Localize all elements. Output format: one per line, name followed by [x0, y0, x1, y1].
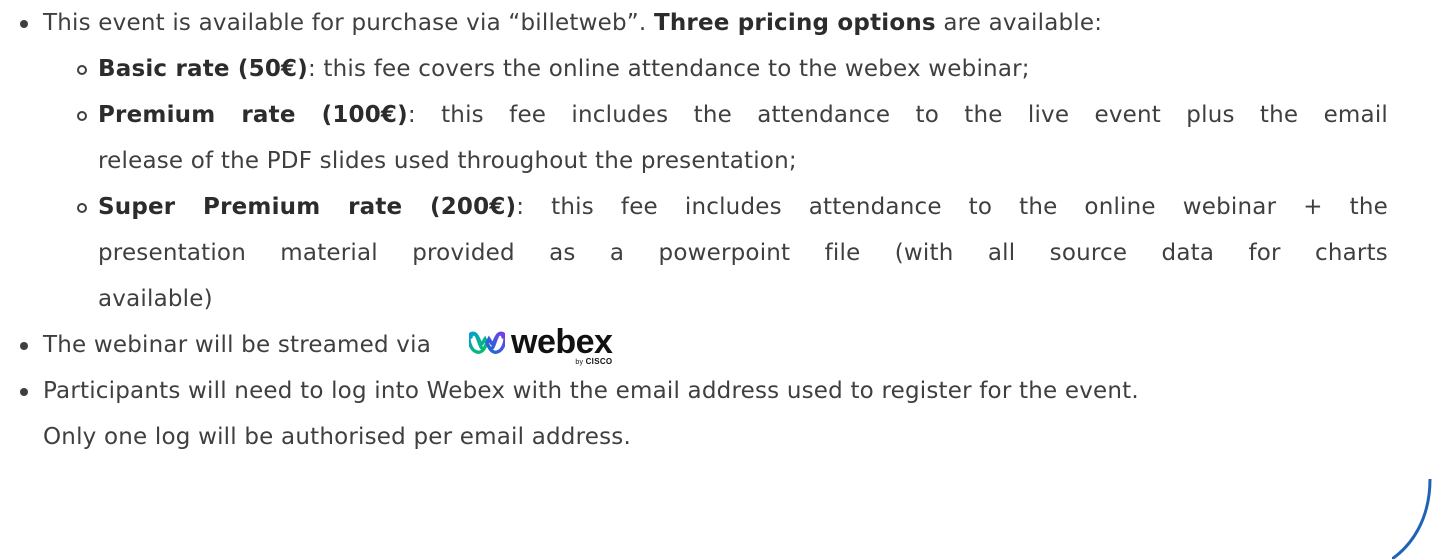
webex-logo-icon — [469, 331, 505, 354]
streamed-text: The webinar will be streamed via — [43, 332, 431, 358]
webex-word: webex — [511, 323, 613, 361]
webex-logo: webex by CISCO — [469, 323, 613, 368]
option-description-cont: release of the PDF slides used throughou… — [98, 148, 797, 174]
bullet-circle-icon — [77, 203, 87, 213]
option-name: Basic rate (50€) — [98, 56, 308, 82]
pricing-option-basic: Basic rate (50€): this fee covers the on… — [0, 46, 1408, 92]
purchase-text-before: This event is available for purchase via… — [43, 10, 654, 36]
bullet-dot-icon — [20, 388, 28, 396]
list-item-streamed: The webinar will be streamed via webex b… — [0, 322, 1432, 368]
login-line-1: Participants will need to log into Webex… — [43, 378, 1139, 404]
by-label: by — [575, 359, 584, 366]
bullet-circle-icon — [77, 65, 87, 75]
option-name: Premium rate (100€) — [98, 102, 408, 128]
pricing-option-super-premium: Super Premium rate (200€): this fee incl… — [0, 184, 1408, 322]
bullet-dot-icon — [20, 20, 28, 28]
cisco-label: CISCO — [585, 357, 613, 366]
webex-wordmark: webex by CISCO — [511, 323, 613, 367]
purchase-bold: Three pricing options — [653, 10, 936, 36]
pricing-option-premium: Premium rate (100€): this fee includes t… — [0, 92, 1408, 184]
option-description-cont: available) — [98, 286, 213, 312]
option-name: Super Premium rate (200€) — [98, 194, 517, 220]
option-description: : this fee covers the online attendance … — [307, 56, 1030, 82]
option-description: : this fee includes the attendance to th… — [407, 102, 1388, 128]
webex-by-cisco: by CISCO — [575, 357, 613, 367]
bullet-circle-icon — [77, 111, 87, 121]
list-item-purchase: This event is available for purchase via… — [0, 0, 1432, 322]
login-line-2: Only one log will be authorised per emai… — [43, 424, 631, 450]
list-item-login: Participants will need to log into Webex… — [0, 368, 1432, 460]
decorative-corner-arc — [1392, 479, 1432, 559]
purchase-text-after: are available: — [935, 10, 1103, 36]
bullet-list: This event is available for purchase via… — [0, 0, 1432, 460]
document-body: This event is available for purchase via… — [0, 0, 1432, 460]
option-description-cont: presentation material provided as a powe… — [98, 240, 1388, 266]
pricing-options-list: Basic rate (50€): this fee covers the on… — [0, 46, 1408, 322]
bullet-dot-icon — [20, 342, 28, 350]
option-description: : this fee includes attendance to the on… — [516, 194, 1388, 220]
